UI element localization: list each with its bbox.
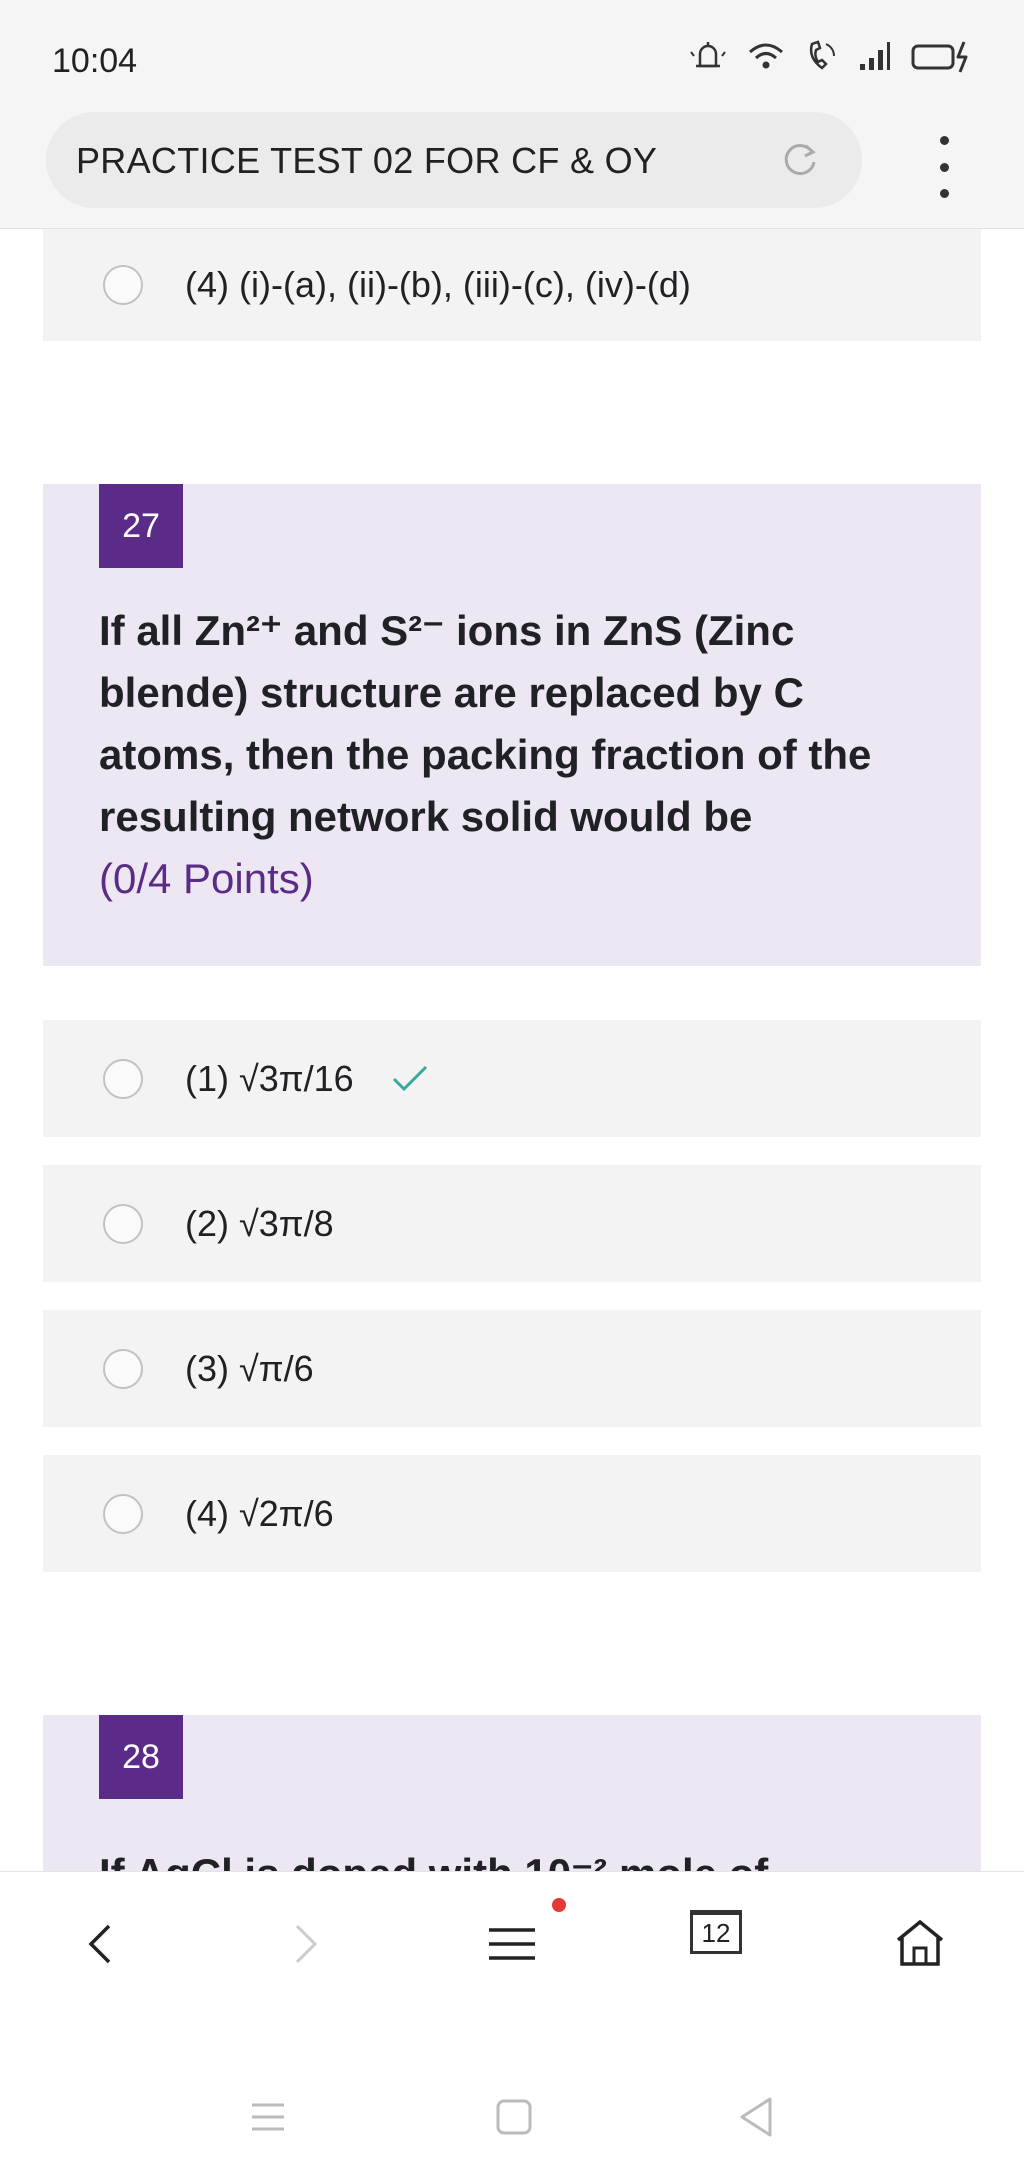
check-icon	[390, 1063, 430, 1095]
option-1[interactable]: (1) √3π/16	[43, 1020, 981, 1137]
menu-icon[interactable]	[472, 1904, 552, 1984]
question-card-27: 27 If all Zn²⁺ and S²⁻ ions in ZnS (Zinc…	[43, 484, 981, 966]
reload-icon[interactable]	[774, 134, 826, 186]
home-square-icon[interactable]	[494, 2097, 534, 2142]
home-icon[interactable]	[880, 1904, 960, 1984]
clock-time: 10:04	[52, 42, 138, 80]
more-vert-icon[interactable]	[920, 136, 968, 198]
question-number: 28	[99, 1715, 183, 1799]
option-2[interactable]: (2) √3π/8	[43, 1165, 981, 1282]
tab-count-button[interactable]: 12	[690, 1910, 742, 1954]
notification-badge	[552, 1898, 566, 1912]
radio-button[interactable]	[103, 1348, 143, 1389]
page-title: PRACTICE TEST 02 FOR CF & OY	[76, 140, 658, 181]
question-points: (0/4 Points)	[99, 855, 314, 902]
option-label: (1) √3π/16	[185, 1057, 354, 1099]
wifi-icon	[746, 38, 786, 79]
browser-bottom-nav: 12	[0, 1871, 1024, 2012]
radio-button[interactable]	[103, 1058, 143, 1099]
quiz-content: (4) (i)-(a), (ii)-(b), (iii)-(c), (iv)-(…	[0, 229, 1024, 1871]
wifi-calling-icon	[804, 38, 840, 79]
prev-option-4[interactable]: (4) (i)-(a), (ii)-(b), (iii)-(c), (iv)-(…	[43, 229, 981, 341]
radio-button[interactable]	[103, 265, 143, 305]
status-icons	[688, 38, 976, 79]
question-body: If all Zn²⁺ and S²⁻ ions in ZnS (Zinc bl…	[99, 607, 872, 840]
recents-icon[interactable]	[248, 2099, 288, 2140]
question-text: If all Zn²⁺ and S²⁻ ions in ZnS (Zinc bl…	[99, 600, 929, 910]
alarm-icon	[688, 38, 728, 79]
option-3[interactable]: (3) √π/6	[43, 1310, 981, 1427]
radio-button[interactable]	[103, 1493, 143, 1534]
battery-charging-icon	[910, 38, 976, 79]
signal-icon	[858, 38, 892, 79]
browser-top-bar: PRACTICE TEST 02 FOR CF & OY	[0, 110, 1024, 229]
radio-button[interactable]	[103, 1203, 143, 1244]
option-4[interactable]: (4) √2π/6	[43, 1455, 981, 1572]
option-label: (2) √3π/8	[185, 1202, 334, 1244]
option-label: (4) (i)-(a), (ii)-(b), (iii)-(c), (iv)-(…	[185, 264, 691, 305]
address-bar[interactable]: PRACTICE TEST 02 FOR CF & OY	[46, 112, 862, 208]
status-bar: 10:04	[0, 0, 1024, 110]
question-card-28: 28 If AgCl is doped with 10⁻² mole of	[43, 1715, 981, 1871]
question-number: 27	[99, 484, 183, 568]
option-label: (4) √2π/6	[185, 1492, 334, 1534]
question-text: If AgCl is doped with 10⁻² mole of	[99, 1843, 929, 1871]
back-triangle-icon[interactable]	[736, 2095, 776, 2144]
chevron-left-icon[interactable]	[60, 1904, 140, 1984]
system-nav-bar	[0, 2011, 1024, 2161]
chevron-right-icon[interactable]	[266, 1904, 346, 1984]
option-label: (3) √π/6	[185, 1347, 314, 1389]
